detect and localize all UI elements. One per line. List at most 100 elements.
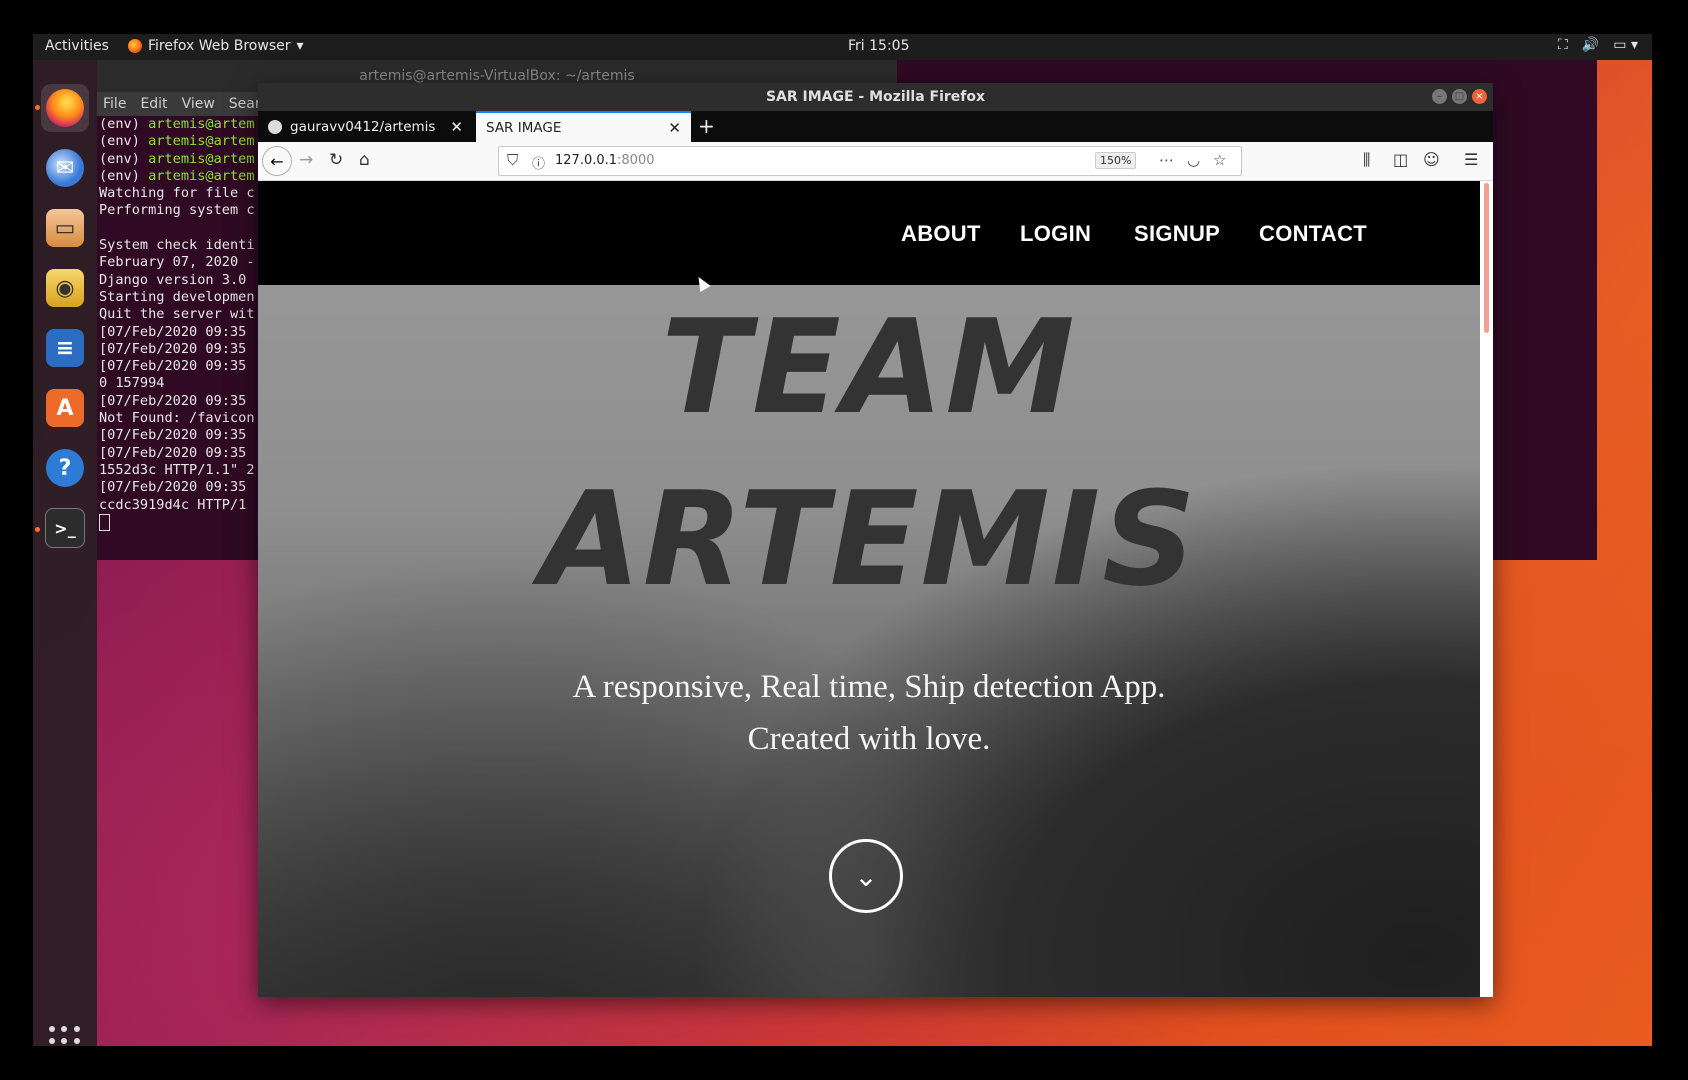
library-icon[interactable]: ⫼ xyxy=(1363,150,1370,170)
line-text: Not Found: /favicon xyxy=(99,410,255,427)
firefox-icon xyxy=(46,89,84,127)
dock-files[interactable]: ▭ xyxy=(41,204,89,252)
url-host: 127.0.0.1 xyxy=(555,153,618,168)
desktop: Activities Firefox Web Browser ▾ Fri 15:… xyxy=(33,34,1652,1046)
files-icon: ▭ xyxy=(46,209,84,247)
line-text: artemis@artem xyxy=(148,116,255,132)
reload-button[interactable]: ↻ xyxy=(329,150,343,170)
new-tab-button[interactable]: + xyxy=(698,114,715,138)
tracking-shield-icon[interactable]: ⛉ xyxy=(507,151,518,169)
forward-button[interactable]: → xyxy=(299,150,313,170)
line-text: System check identi xyxy=(99,237,255,254)
system-tray[interactable]: ⛶ 🔊 ▭ ▾ xyxy=(1558,37,1638,53)
prompt-prefix: (env) xyxy=(99,116,149,132)
line-text: Watching for file c xyxy=(99,185,255,202)
top-bar: Activities Firefox Web Browser ▾ Fri 15:… xyxy=(33,34,1652,60)
help-icon: ? xyxy=(46,449,84,487)
dock-help[interactable]: ? xyxy=(41,444,89,492)
menu-view[interactable]: View xyxy=(182,96,215,112)
home-button[interactable]: ⌂ xyxy=(359,150,370,170)
line-text: Starting developmen xyxy=(99,288,255,305)
menu-file[interactable]: File xyxy=(103,96,126,112)
window-controls: – □ × xyxy=(1432,89,1487,104)
hero-title-line1: TEAM xyxy=(661,291,1077,443)
terminal-icon: >_ xyxy=(45,508,85,548)
github-icon xyxy=(268,119,282,134)
line-text: ccdc3919d4c HTTP/1 xyxy=(99,496,247,513)
dock-writer[interactable]: ≡ xyxy=(41,324,89,372)
firefox-icon xyxy=(128,39,142,53)
terminal-cursor xyxy=(99,513,110,531)
nav-toolbar: ← → ↻ ⌂ ⛉ ⓘ 127.0.0.1:8000 150% ⋯ ◡ ☆ ⫼ … xyxy=(258,142,1493,181)
nav-login[interactable]: LOGIN xyxy=(1020,221,1091,247)
hero-subtitle-line1: A responsive, Real time, Ship detection … xyxy=(572,669,1166,705)
tab-sar-image[interactable]: SAR IMAGE ✕ xyxy=(476,111,691,142)
close-tab-icon[interactable]: ✕ xyxy=(668,119,681,137)
scrollbar-thumb[interactable] xyxy=(1484,183,1489,333)
hero-subtitle-line2: Created with love. xyxy=(747,721,991,757)
tab-label: SAR IMAGE xyxy=(486,119,562,136)
firefox-window[interactable]: SAR IMAGE - Mozilla Firefox – □ × gaurav… xyxy=(258,83,1493,997)
window-title: SAR IMAGE - Mozilla Firefox xyxy=(258,83,1493,111)
line-text: [07/Feb/2020 09:35 xyxy=(99,444,247,461)
line-text: February 07, 2020 - xyxy=(99,254,255,271)
line-text: Django version 3.0 xyxy=(99,271,247,288)
zoom-level[interactable]: 150% xyxy=(1095,152,1137,169)
bookmark-star-icon[interactable]: ☆ xyxy=(1213,151,1226,169)
app-menu-label: Firefox Web Browser xyxy=(148,38,291,54)
battery-icon: ▭ ▾ xyxy=(1613,37,1638,53)
dock-firefox[interactable] xyxy=(41,84,89,132)
line-text: [07/Feb/2020 09:35 xyxy=(99,358,247,375)
site-navbar: ABOUT LOGIN SIGNUP CONTACT xyxy=(258,181,1480,285)
hamburger-menu-icon[interactable]: ☰ xyxy=(1464,150,1478,169)
dock-software[interactable]: A xyxy=(41,384,89,432)
rhythmbox-icon: ◉ xyxy=(46,269,84,307)
line-text: [07/Feb/2020 09:35 xyxy=(99,427,247,444)
dock-rhythmbox[interactable]: ◉ xyxy=(41,264,89,312)
clock[interactable]: Fri 15:05 xyxy=(848,38,909,54)
tab-github[interactable]: gauravv0412/artemis ✕ xyxy=(258,111,473,142)
minimize-button[interactable]: – xyxy=(1432,89,1447,104)
maximize-button[interactable]: □ xyxy=(1452,89,1467,104)
running-indicator xyxy=(35,527,40,532)
back-button[interactable]: ← xyxy=(262,146,292,176)
writer-icon: ≡ xyxy=(46,329,84,367)
line-text: [07/Feb/2020 09:35 xyxy=(99,340,247,357)
software-icon: A xyxy=(46,389,84,427)
nav-about[interactable]: ABOUT xyxy=(901,221,981,247)
account-icon[interactable]: ☺ xyxy=(1423,150,1440,169)
close-tab-icon[interactable]: ✕ xyxy=(450,118,463,136)
prompt-prefix: (env) xyxy=(99,133,149,150)
pocket-icon[interactable]: ◡ xyxy=(1187,151,1200,169)
page-content: ABOUT LOGIN SIGNUP CONTACT TEAM ARTEMIS … xyxy=(258,181,1480,997)
url-text: 127.0.0.1:8000 xyxy=(555,153,655,168)
dock-thunderbird[interactable]: ✉ xyxy=(41,144,89,192)
line-text: [07/Feb/2020 09:35 xyxy=(99,323,247,340)
sidebar-icon[interactable]: ◫ xyxy=(1393,150,1408,169)
nav-signup[interactable]: SIGNUP xyxy=(1134,221,1220,247)
dock-terminal[interactable]: >_ xyxy=(41,504,89,552)
nav-contact[interactable]: CONTACT xyxy=(1259,221,1367,247)
line-text: artemis@artem xyxy=(148,150,255,167)
line-text: Quit the server wit xyxy=(99,306,255,323)
app-menu[interactable]: Firefox Web Browser ▾ xyxy=(128,38,304,54)
url-port: :8000 xyxy=(617,153,655,168)
scroll-down-button[interactable]: ⌄ xyxy=(829,839,903,913)
running-indicator xyxy=(35,105,40,110)
url-bar[interactable]: ⛉ ⓘ 127.0.0.1:8000 150% ⋯ ◡ ☆ xyxy=(498,146,1242,176)
line-text: Performing system c xyxy=(99,202,255,219)
menu-edit[interactable]: Edit xyxy=(140,96,167,112)
scrollbar[interactable] xyxy=(1480,181,1493,997)
line-text: artemis@artem xyxy=(148,167,255,184)
tab-bar: gauravv0412/artemis ✕ SAR IMAGE ✕ + xyxy=(258,111,1493,142)
apps-grid-icon[interactable] xyxy=(49,1026,81,1046)
line-text: [07/Feb/2020 09:35 xyxy=(99,392,247,409)
activities-button[interactable]: Activities xyxy=(45,38,109,54)
site-info-icon[interactable]: ⓘ xyxy=(532,153,545,172)
close-button[interactable]: × xyxy=(1472,89,1487,104)
page-actions-icon[interactable]: ⋯ xyxy=(1159,151,1174,169)
line-text: 0 157994 xyxy=(99,375,165,392)
thunderbird-icon: ✉ xyxy=(46,149,84,187)
dock: ✉ ▭ ◉ ≡ A ? >_ xyxy=(33,60,97,1046)
line-text xyxy=(99,220,107,236)
